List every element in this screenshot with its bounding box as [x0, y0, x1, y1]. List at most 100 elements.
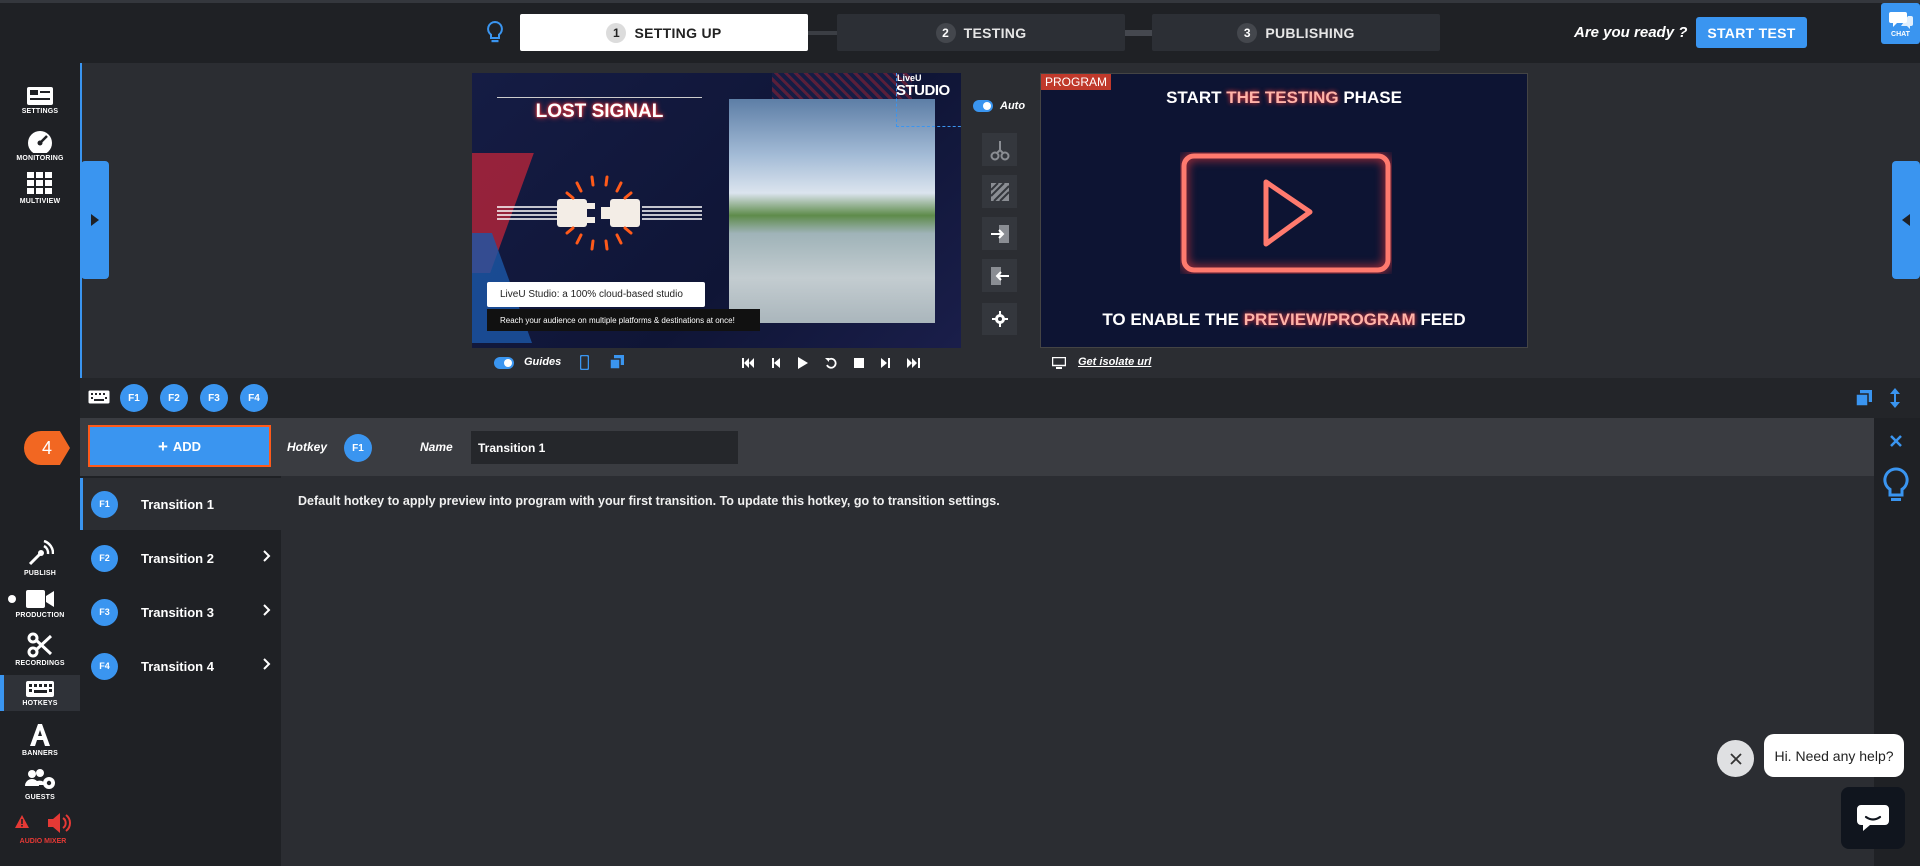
close-icon[interactable] — [1890, 434, 1902, 452]
fast-forward-icon[interactable] — [907, 358, 920, 368]
chevron-right-icon — [263, 658, 271, 670]
push-in-tool-button[interactable] — [982, 217, 1017, 250]
speaker-icon[interactable] — [46, 812, 74, 839]
rail-production[interactable]: PRODUCTION — [0, 588, 80, 619]
decor-line — [497, 97, 702, 98]
hotkey-f3-button[interactable]: F3 — [200, 384, 228, 412]
hotkey-key-badge: F1 — [91, 490, 118, 518]
auto-label: Auto — [1000, 100, 1026, 112]
rail-guests[interactable]: GUESTS — [0, 768, 80, 801]
mobile-icon[interactable] — [579, 354, 590, 375]
hotkey-description: Default hotkey to apply preview into pro… — [298, 494, 1000, 508]
chat-button[interactable]: CHAT — [1881, 3, 1920, 44]
step-publishing[interactable]: 3 PUBLISHING — [1152, 14, 1440, 51]
ready-prompt: Are you ready ? — [1574, 24, 1688, 41]
hotkey-item-label: Transition 1 — [141, 496, 214, 512]
hotkey-key-badge: F3 — [91, 598, 118, 626]
add-hotkey-button[interactable]: + ADD — [88, 425, 271, 467]
preview-monitor[interactable]: LOST SIGNAL LiveU STUDIO LiveU Studio: a… — [472, 73, 961, 348]
chevron-right-icon — [263, 550, 271, 562]
settings-icon — [27, 87, 53, 105]
cut-icon — [990, 140, 1009, 160]
copy-icon[interactable] — [609, 355, 624, 374]
step-connector — [807, 31, 837, 35]
rail-hotkeys[interactable]: HOTKEYS — [0, 680, 80, 707]
play-icon[interactable] — [798, 357, 808, 369]
scissors-icon — [27, 632, 53, 658]
get-isolate-url-link[interactable]: Get isolate url — [1078, 356, 1151, 368]
rail-label: MONITORING — [16, 155, 64, 162]
step-setting-up[interactable]: 1 SETTING UP — [520, 14, 808, 51]
rail-publish[interactable]: PUBLISH — [0, 540, 80, 577]
hotkey-f4-button[interactable]: F4 — [240, 384, 268, 412]
popout-icon[interactable] — [1855, 390, 1872, 411]
keyboard-icon[interactable] — [88, 390, 110, 409]
hotkey-item-label: Transition 4 — [141, 658, 214, 674]
rail-label: MULTIVIEW — [19, 198, 61, 205]
caret-left-icon — [1902, 214, 1910, 226]
step-number: 2 — [935, 22, 956, 43]
caption-sub: Reach your audience on multiple platform… — [487, 309, 760, 331]
step-label: TESTING — [963, 24, 1027, 41]
hotkey-name-input[interactable] — [470, 430, 739, 465]
enter-icon — [990, 224, 1009, 243]
replay-icon[interactable] — [825, 357, 837, 369]
hotkey-key-badge: F4 — [91, 652, 118, 680]
rail-label: BANNERS — [21, 750, 58, 757]
guides-toggle[interactable] — [494, 357, 514, 369]
exit-icon — [990, 266, 1009, 285]
broadcast-icon — [28, 540, 54, 566]
rail-recordings[interactable]: RECORDINGS — [0, 632, 80, 667]
hotkey-label: Hotkey — [287, 440, 328, 454]
video-camera-icon — [26, 590, 54, 608]
auto-toggle[interactable] — [973, 100, 993, 112]
transition-settings-button[interactable] — [982, 303, 1017, 335]
start-test-button[interactable]: START TEST — [1696, 17, 1807, 48]
step-testing[interactable]: 2 TESTING — [837, 14, 1125, 51]
step-connector — [1122, 30, 1152, 36]
rail-banners[interactable]: BANNERS — [0, 722, 80, 757]
selected-hotkey-badge[interactable]: F1 — [344, 434, 372, 462]
close-icon — [1729, 752, 1742, 765]
hotkey-item-transition-1[interactable]: F1 Transition 1 — [80, 478, 281, 530]
rail-monitoring[interactable]: MONITORING — [0, 129, 80, 162]
wipe-tool-button[interactable] — [982, 175, 1017, 208]
rail-settings[interactable]: SETTINGS — [0, 86, 80, 115]
next-icon[interactable] — [881, 358, 890, 368]
plus-icon: + — [157, 436, 168, 456]
rail-audio-mixer[interactable]: AUDIO MIXER — [0, 838, 86, 845]
guests-gear-icon — [25, 769, 55, 789]
add-label: ADD — [172, 438, 202, 454]
lightbulb-icon[interactable] — [486, 20, 504, 51]
heading-text: FEED — [1415, 310, 1466, 329]
lightbulb-icon[interactable] — [1882, 466, 1910, 511]
hotkey-item-transition-3[interactable]: F3 Transition 3 — [80, 586, 281, 638]
resize-vertical-icon[interactable] — [1890, 388, 1900, 413]
help-dismiss-button[interactable] — [1717, 740, 1754, 777]
cut-tool-button[interactable] — [982, 133, 1017, 166]
program-heading-2: TO ENABLE THE PREVIEW/PROGRAM FEED — [1041, 310, 1527, 330]
hotkey-key-badge: F2 — [91, 544, 118, 572]
help-launcher-button[interactable] — [1841, 787, 1905, 849]
rail-multiview[interactable]: MULTIVIEW — [0, 172, 80, 205]
hotkey-item-transition-4[interactable]: F4 Transition 4 — [80, 640, 281, 692]
expand-left-tab[interactable] — [81, 161, 109, 279]
previous-icon[interactable] — [772, 358, 781, 368]
gauge-icon — [28, 131, 52, 153]
help-bubble[interactable]: Hi. Need any help? — [1764, 734, 1904, 777]
expand-right-tab[interactable] — [1892, 161, 1920, 279]
hotkey-f2-button[interactable]: F2 — [160, 384, 188, 412]
stop-icon[interactable] — [854, 358, 864, 368]
hotkey-f1-button[interactable]: F1 — [120, 384, 148, 412]
rewind-icon[interactable] — [742, 358, 755, 368]
rail-label: HOTKEYS — [22, 700, 58, 707]
program-monitor[interactable]: PROGRAM START THE TESTING PHASE TO ENABL… — [1040, 73, 1528, 348]
push-out-tool-button[interactable] — [982, 259, 1017, 292]
playback-controls — [742, 357, 920, 369]
step-label: PUBLISHING — [1265, 24, 1355, 41]
rail-label: RECORDINGS — [15, 660, 65, 667]
step-number: 1 — [606, 22, 627, 43]
hotkey-item-transition-2[interactable]: F2 Transition 2 — [80, 532, 281, 584]
hotkey-item-label: Transition 2 — [141, 550, 214, 566]
chat-icon — [1888, 12, 1913, 29]
